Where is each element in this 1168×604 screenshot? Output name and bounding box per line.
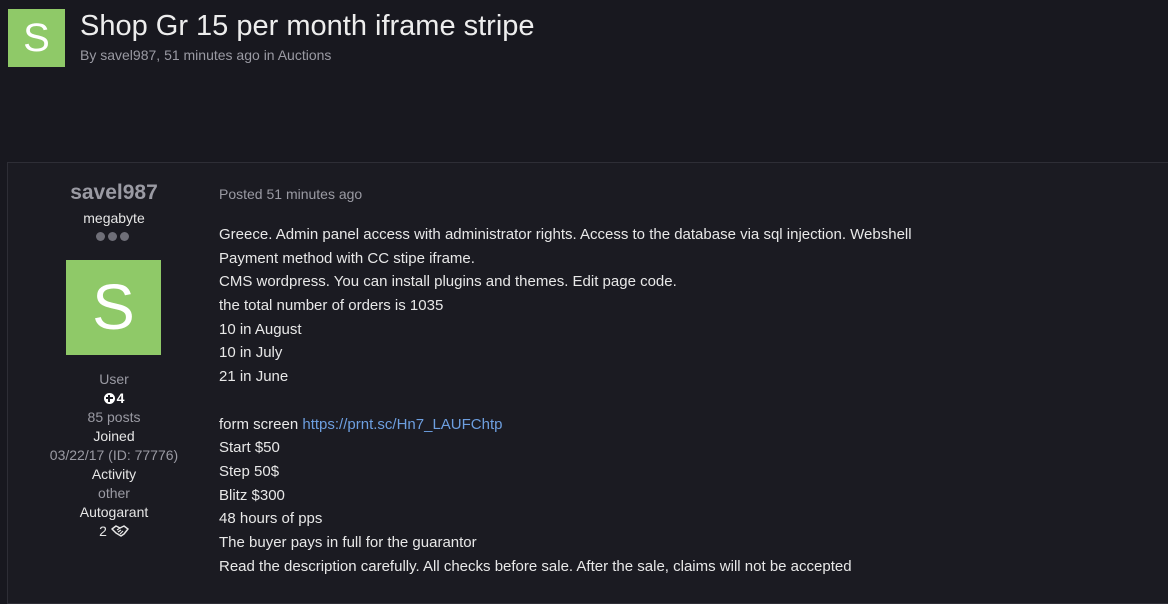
topic-time: 51 minutes ago (164, 47, 260, 63)
post-line: the total number of orders is 1035 (219, 297, 444, 315)
topic-title: Shop Gr 15 per month iframe stripe (80, 10, 535, 42)
topic-avatar[interactable]: S (8, 9, 65, 67)
author-posts[interactable]: 85 posts (8, 408, 220, 426)
autogarant-value: 2 (99, 523, 107, 539)
rank-dot (96, 232, 105, 241)
post-line: CMS wordpress. You can install plugins a… (219, 273, 677, 291)
handshake-icon (111, 525, 129, 537)
post-line: Step 50$ (219, 462, 280, 480)
post-line: 21 in June (219, 368, 289, 386)
post-container: savel987 megabyte S User 4 85 posts Join… (7, 162, 1168, 604)
meta-in-label: in (263, 47, 275, 63)
author-name[interactable]: savel987 (8, 181, 220, 205)
reputation-count: 4 (116, 390, 125, 406)
author-reputation: 4 (8, 389, 220, 408)
reputation-plus-icon (103, 392, 115, 404)
screenshot-link[interactable]: https://prnt.sc/Hn7_LAUFChtp (302, 416, 502, 433)
post-line: Payment method with CC stipe iframe. (219, 249, 475, 267)
post-line: Read the description carefully. All chec… (219, 557, 852, 575)
joined-label: Joined (93, 428, 135, 444)
meta-by-label: By (80, 47, 97, 63)
post-line: 10 in August (219, 320, 302, 338)
forum-link[interactable]: Auctions (278, 47, 332, 63)
posted-line: Posted 51 minutes ago (219, 185, 362, 203)
rank-dots (96, 232, 129, 242)
activity-label: Activity (91, 466, 137, 482)
post-line: Greece. Admin panel access with administ… (219, 226, 912, 243)
post-line: 10 in July (219, 344, 283, 362)
posted-label: Posted (219, 186, 263, 202)
post-line: 48 hours of pps (219, 510, 323, 528)
author-rank: megabyte (83, 210, 145, 226)
autogarant-row: 2 (8, 522, 220, 540)
form-screen-label: form screen (219, 415, 299, 433)
author-avatar[interactable]: S (66, 260, 161, 355)
posted-time[interactable]: 51 minutes ago (266, 186, 362, 202)
author-group: User (99, 371, 129, 387)
post-body: Greece. Admin panel access with administ… (219, 223, 912, 578)
post-line: The buyer pays in full for the guarantor (219, 533, 477, 551)
post-line: Start $50 (219, 439, 280, 457)
autogarant-label: Autogarant (79, 504, 149, 520)
joined-value: 03/22/17 (ID: 77776) (49, 447, 179, 463)
post-blank-line (219, 389, 912, 413)
rank-dot (108, 232, 117, 241)
activity-value: other (98, 485, 130, 501)
topic-author-link[interactable]: savel987 (100, 47, 156, 63)
post-line-form-screen: form screen https://prnt.sc/Hn7_LAUFChtp (219, 413, 912, 437)
meta-separator: , (156, 47, 161, 63)
topic-meta: By savel987, 51 minutes ago in Auctions (80, 46, 331, 64)
rank-dot (120, 232, 129, 241)
post-line: Blitz $300 (219, 486, 285, 504)
